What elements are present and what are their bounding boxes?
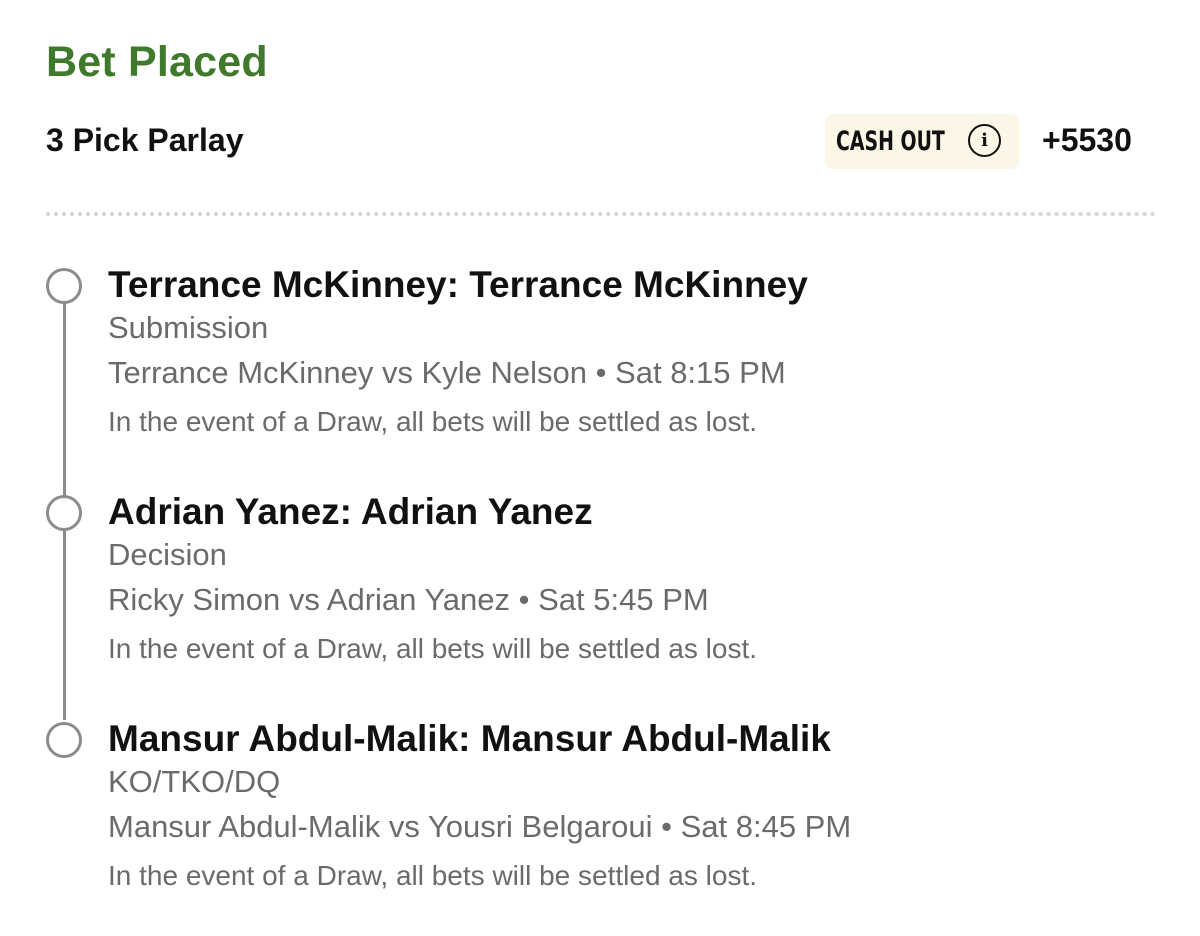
pick-selection: Terrance McKinney: Terrance McKinney [108, 264, 808, 305]
pick-market: KO/TKO/DQ [108, 764, 281, 799]
bet-status-title: Bet Placed [46, 38, 268, 86]
pick-rule-text: In the event of a Draw, all bets will be… [108, 860, 758, 891]
pick-selection: Adrian Yanez: Adrian Yanez [108, 491, 593, 532]
pick-market: Decision [108, 537, 227, 572]
pick-status-circle-icon [46, 722, 82, 758]
cash-out-label: CASH OUT [836, 126, 945, 157]
dotted-divider [46, 212, 1156, 216]
pick-event-time: Mansur Abdul-Malik vs Yousri Belgaroui •… [108, 809, 852, 844]
pick-event-time: Ricky Simon vs Adrian Yanez • Sat 5:45 P… [108, 582, 709, 617]
pick-rule-text: In the event of a Draw, all bets will be… [108, 633, 758, 664]
cash-out-button[interactable]: CASH OUT i [825, 114, 1019, 169]
pick-event-time: Terrance McKinney vs Kyle Nelson • Sat 8… [108, 355, 786, 390]
pick-status-circle-icon [46, 495, 82, 531]
pick-rule-text: In the event of a Draw, all bets will be… [108, 406, 758, 437]
info-icon[interactable]: i [968, 124, 1001, 157]
pick-market: Submission [108, 310, 269, 345]
bet-type-label: 3 Pick Parlay [46, 122, 244, 158]
pick-status-circle-icon [46, 268, 82, 304]
parlay-odds: +5530 [1042, 122, 1132, 158]
pick-selection: Mansur Abdul-Malik: Mansur Abdul-Malik [108, 718, 831, 759]
